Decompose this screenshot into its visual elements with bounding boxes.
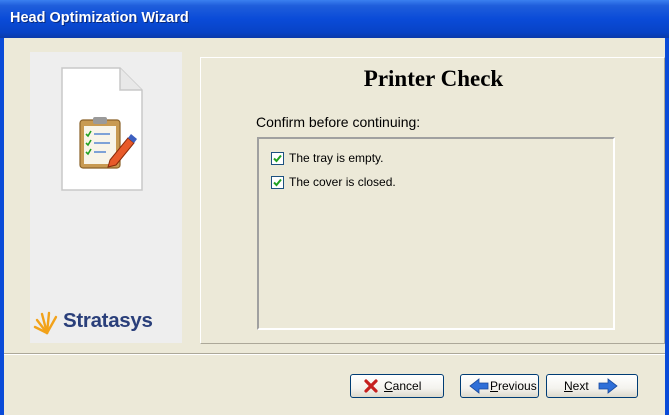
previous-button-label: Previous bbox=[490, 379, 537, 393]
footer-separator bbox=[4, 353, 665, 355]
cancel-button-label: Cancel bbox=[384, 379, 422, 393]
arrow-right-icon bbox=[598, 378, 618, 394]
checkmark-icon bbox=[273, 154, 282, 163]
window-border-left bbox=[0, 38, 4, 415]
next-button-label: Next bbox=[564, 379, 589, 393]
wizard-side-panel: Stratasys bbox=[30, 52, 182, 343]
window-title: Head Optimization Wizard bbox=[10, 10, 189, 26]
checkbox-label: The cover is closed. bbox=[289, 175, 396, 189]
brand-logo: Stratasys bbox=[33, 308, 181, 338]
arrow-left-icon bbox=[469, 378, 489, 394]
checkbox-label: The tray is empty. bbox=[289, 151, 384, 165]
previous-button[interactable]: Previous bbox=[460, 374, 539, 398]
content-panel: Printer Check Confirm before continuing:… bbox=[200, 57, 665, 344]
confirm-prompt: Confirm before continuing: bbox=[256, 114, 421, 130]
starburst-logo-icon bbox=[33, 311, 58, 335]
checkbox-cover-closed[interactable] bbox=[271, 176, 284, 189]
title-bar[interactable]: Head Optimization Wizard bbox=[0, 0, 669, 38]
cancel-x-icon bbox=[364, 379, 378, 393]
checklist-document-icon bbox=[61, 67, 143, 191]
checkbox-tray-empty[interactable] bbox=[271, 152, 284, 165]
window-border-right bbox=[665, 38, 669, 415]
checkmark-icon bbox=[273, 178, 282, 187]
wizard-window: Head Optimization Wizard Stratasys Print… bbox=[0, 0, 669, 415]
page-title: Printer Check bbox=[363, 66, 504, 91]
next-button[interactable]: Next bbox=[546, 374, 638, 398]
brand-name: Stratasys bbox=[63, 309, 153, 332]
cancel-button[interactable]: Cancel bbox=[350, 374, 444, 398]
checklist-group: The tray is empty. The cover is closed. bbox=[257, 137, 615, 330]
